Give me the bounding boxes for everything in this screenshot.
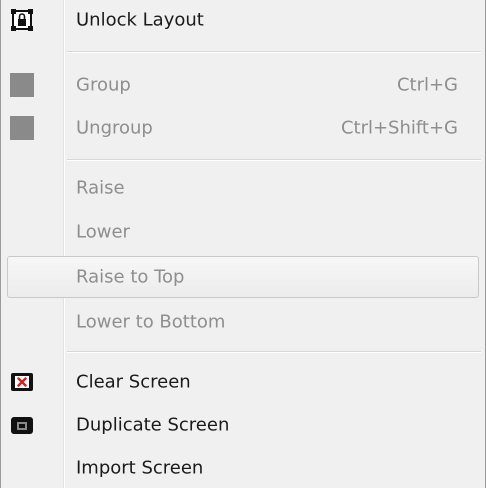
menu-item-duplicate-screen[interactable]: Duplicate Screen	[2, 405, 484, 445]
menu-item-shortcut: Ctrl+G	[396, 74, 458, 96]
menu-item-ungroup[interactable]: Ungroup Ctrl+Shift+G	[2, 108, 484, 148]
menu-item-label: Ungroup	[76, 117, 153, 139]
menu-item-lower[interactable]: Lower	[2, 212, 484, 252]
menu-item-label: Raise	[76, 177, 125, 199]
menu-item-raise[interactable]: Raise	[2, 168, 484, 208]
menu-item-label: Lower to Bottom	[76, 311, 226, 333]
menu-item-label: Import Screen	[76, 457, 204, 479]
menu-separator	[67, 51, 481, 52]
menu-item-import-screen[interactable]: Import Screen	[2, 448, 484, 488]
context-menu: Unlock Layout Group Ctrl+G Ungroup Ctrl+…	[0, 0, 486, 488]
menu-item-group[interactable]: Group Ctrl+G	[2, 65, 484, 105]
menu-item-label: Raise to Top	[76, 266, 185, 288]
group-icon	[10, 73, 34, 97]
menu-separator	[67, 159, 481, 160]
menu-item-label: Lower	[76, 221, 130, 243]
clear-screen-icon	[10, 370, 34, 394]
menu-item-lower-to-bottom[interactable]: Lower to Bottom	[2, 302, 484, 342]
menu-item-unlock-layout[interactable]: Unlock Layout	[2, 0, 484, 40]
menu-item-raise-to-top[interactable]: Raise to Top	[7, 256, 479, 298]
menu-item-clear-screen[interactable]: Clear Screen	[2, 362, 484, 402]
menu-item-label: Group	[76, 74, 131, 96]
unlock-layout-icon	[10, 8, 34, 32]
menu-item-label: Clear Screen	[76, 371, 191, 393]
menu-item-label: Unlock Layout	[76, 9, 204, 31]
menu-item-shortcut: Ctrl+Shift+G	[340, 117, 458, 139]
menu-separator	[67, 351, 481, 352]
ungroup-icon	[10, 116, 34, 140]
duplicate-screen-icon	[10, 413, 34, 437]
menu-item-label: Duplicate Screen	[76, 414, 230, 436]
